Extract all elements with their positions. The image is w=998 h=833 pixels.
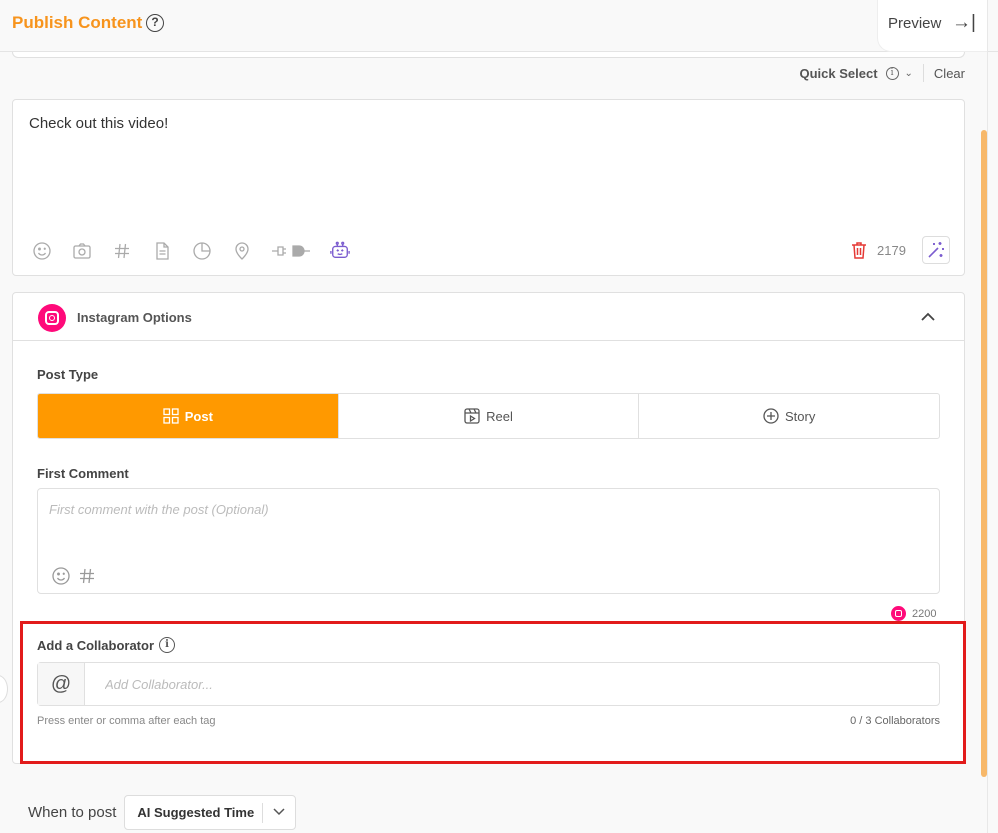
hashtag-icon[interactable] (76, 565, 98, 587)
post-type-reel-label: Reel (486, 408, 513, 424)
post-type-post-label: Post (184, 408, 213, 424)
magic-wand-icon (928, 242, 944, 258)
post-type-label: Post Type (37, 367, 99, 382)
panel-border (987, 0, 988, 833)
character-count: 2179 (877, 243, 906, 258)
first-comment-label: First Comment (37, 466, 129, 481)
chevron-down-icon[interactable] (263, 807, 295, 819)
header: Publish Content ? Preview →| (0, 0, 998, 52)
document-icon[interactable] (151, 240, 173, 262)
instagram-icon (38, 304, 66, 332)
ai-magic-button[interactable] (922, 236, 950, 264)
chevron-down-icon[interactable]: ⌄ (905, 68, 913, 79)
pie-chart-icon[interactable] (191, 240, 213, 262)
instagram-char-count: 2200 (891, 606, 936, 621)
location-icon[interactable] (231, 240, 253, 262)
plus-circle-icon (763, 408, 779, 424)
collapse-right-icon: →| (952, 12, 976, 33)
clear-button[interactable]: Clear (934, 66, 965, 81)
emoji-icon[interactable] (31, 240, 53, 262)
when-to-post-label: When to post (28, 804, 117, 821)
comment-char-count: 2200 (912, 607, 937, 620)
reel-icon (464, 408, 480, 424)
post-type-selector: Post Reel Story (37, 393, 940, 439)
first-comment-placeholder: First comment with the post (Optional) (49, 502, 269, 517)
instagram-options-title: Instagram Options (77, 310, 192, 325)
first-comment-input[interactable]: First comment with the post (Optional) (37, 488, 940, 594)
emoji-icon[interactable] (50, 565, 72, 587)
post-type-post[interactable]: Post (38, 394, 339, 438)
camera-icon[interactable] (71, 240, 93, 262)
post-type-story[interactable]: Story (639, 394, 939, 438)
instagram-icon (891, 606, 906, 621)
highlight-box (20, 621, 966, 764)
page-title: Publish Content (12, 13, 143, 32)
comment-toolbar (50, 565, 102, 587)
when-to-post-value: AI Suggested Time (137, 805, 255, 820)
scrollbar-thumb[interactable] (981, 130, 987, 777)
side-panel-handle[interactable] (0, 675, 8, 703)
editor-toolbar (31, 240, 369, 262)
divider (922, 64, 924, 82)
post-type-reel[interactable]: Reel (339, 394, 640, 438)
hashtag-icon[interactable] (111, 240, 133, 262)
plug-icon[interactable] (271, 240, 311, 262)
when-to-post-select[interactable]: AI Suggested Time (124, 795, 297, 830)
post-type-story-label: Story (785, 408, 816, 424)
preview-button[interactable]: Preview →| (877, 0, 987, 52)
account-card-edge (12, 52, 965, 58)
quick-select-button[interactable]: Quick Select (799, 66, 877, 81)
chevron-up-icon[interactable] (921, 309, 935, 325)
trash-icon[interactable] (851, 241, 867, 259)
quick-select-row: Quick Select i ⌄ Clear (799, 64, 965, 82)
help-icon[interactable]: ? (146, 14, 164, 32)
grid-icon (163, 408, 179, 424)
instagram-options-header[interactable]: Instagram Options (13, 293, 964, 341)
ai-bot-icon[interactable] (329, 240, 351, 262)
post-editor[interactable]: Check out this video! 2179 (12, 99, 965, 276)
info-icon[interactable]: i (885, 66, 899, 80)
when-to-post-row: When to post AI Suggested Time (28, 795, 297, 830)
preview-label: Preview (888, 15, 942, 32)
post-text[interactable]: Check out this video! (29, 115, 168, 132)
